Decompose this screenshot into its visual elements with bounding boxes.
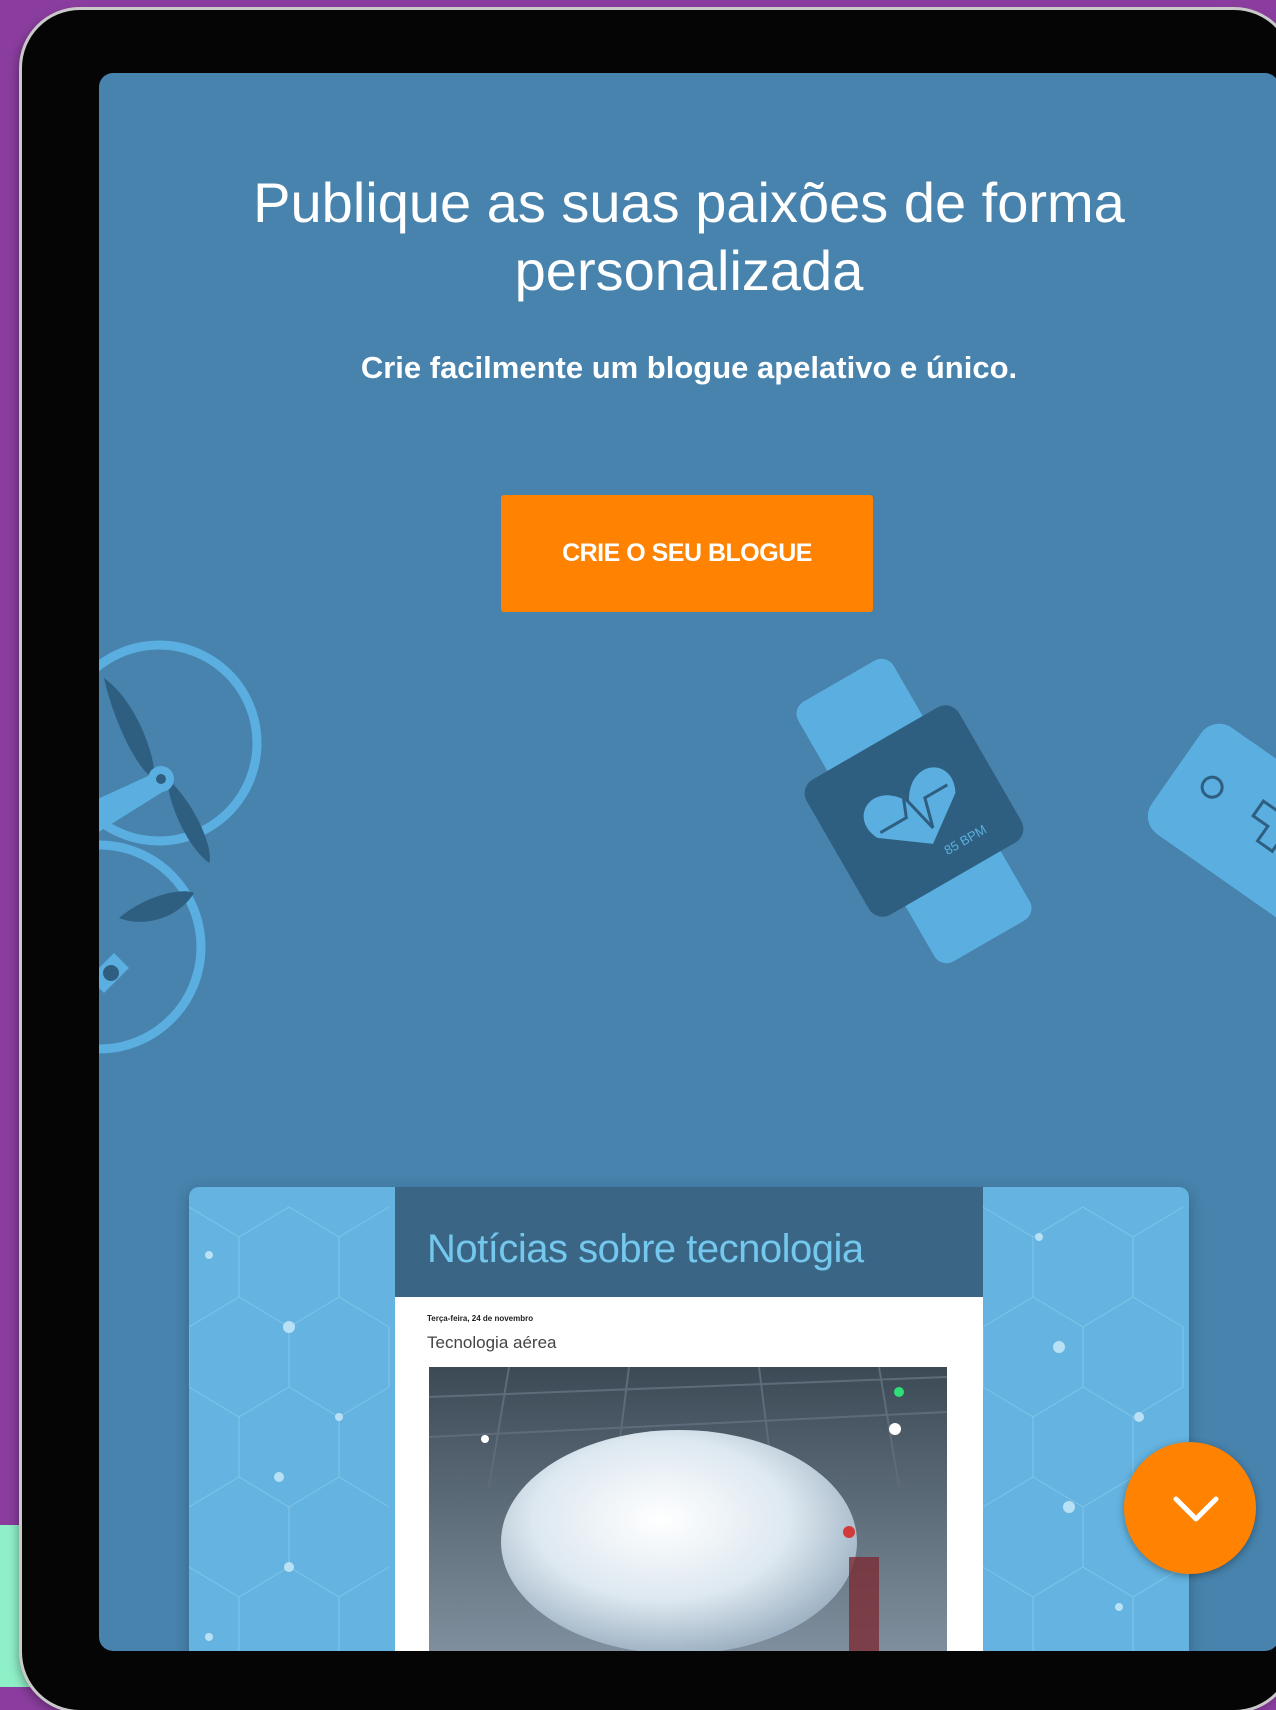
scroll-down-button[interactable]	[1124, 1442, 1256, 1574]
tablet-frame: 85 BPM Publique as suas paixões de forma…	[22, 10, 1276, 1710]
blog-preview: Notícias sobre tecnologia Terça-feira, 2…	[189, 1187, 1189, 1651]
blog-column: Notícias sobre tecnologia Terça-feira, 2…	[395, 1187, 983, 1651]
blog-header: Notícias sobre tecnologia	[395, 1187, 983, 1297]
post-image-balloon	[429, 1367, 947, 1651]
drone-illustration	[99, 640, 262, 1054]
chevron-down-icon	[1173, 1496, 1219, 1522]
post-title: Tecnologia aérea	[427, 1333, 557, 1352]
gamepad-illustration	[1147, 723, 1276, 922]
hero-subtitle: Crie facilmente um blogue apelativo e ún…	[360, 350, 1018, 385]
hero-title: Publique as suas paixões de forma person…	[253, 171, 1125, 302]
post-date: Terça-feira, 24 de novembro	[427, 1314, 534, 1323]
smartwatch-illustration: 85 BPM	[796, 658, 1032, 964]
create-blog-button[interactable]: CRIE O SEU BLOGUE	[501, 495, 873, 612]
screen: 85 BPM Publique as suas paixões de forma…	[99, 73, 1276, 1651]
blog-title: Notícias sobre tecnologia	[427, 1227, 864, 1271]
